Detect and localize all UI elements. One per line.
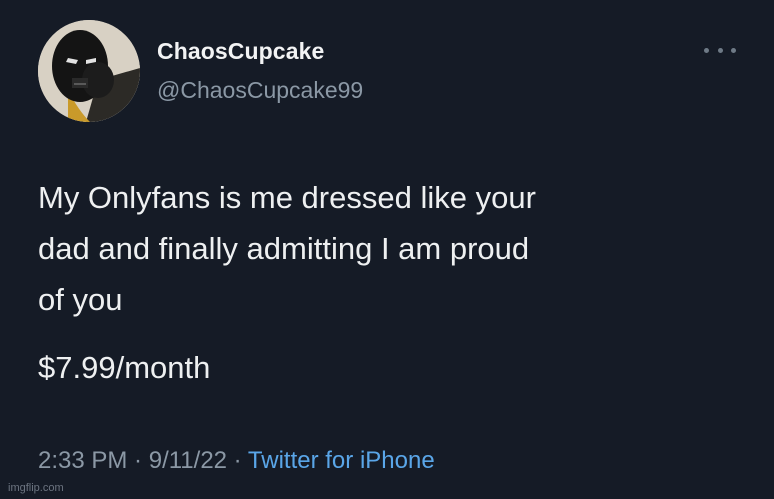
tweet-date[interactable]: 9/11/22 xyxy=(149,447,227,474)
tweet-metadata: 2:33 PM · 9/11/22 · Twitter for iPhone xyxy=(38,447,435,475)
tweet-card: ChaosCupcake @ChaosCupcake99 My Onlyfans… xyxy=(0,0,774,499)
more-horizontal-icon[interactable] xyxy=(704,40,736,60)
more-dot xyxy=(717,47,723,53)
user-handle[interactable]: @ChaosCupcake99 xyxy=(157,77,363,104)
watermark: imgflip.com xyxy=(8,482,64,494)
display-name[interactable]: ChaosCupcake xyxy=(157,38,324,65)
tweet-price-line: $7.99/month xyxy=(38,350,211,385)
avatar[interactable] xyxy=(38,20,140,122)
tweet-time[interactable]: 2:33 PM xyxy=(38,447,127,474)
meta-separator: · xyxy=(227,447,248,474)
meta-separator: · xyxy=(127,447,149,474)
avatar-image xyxy=(38,20,140,122)
tweet-text: My Onlyfans is me dressed like your dad … xyxy=(38,180,536,317)
more-dot xyxy=(704,47,709,53)
tweet-source-link[interactable]: Twitter for iPhone xyxy=(248,447,435,474)
more-dot xyxy=(731,47,736,53)
